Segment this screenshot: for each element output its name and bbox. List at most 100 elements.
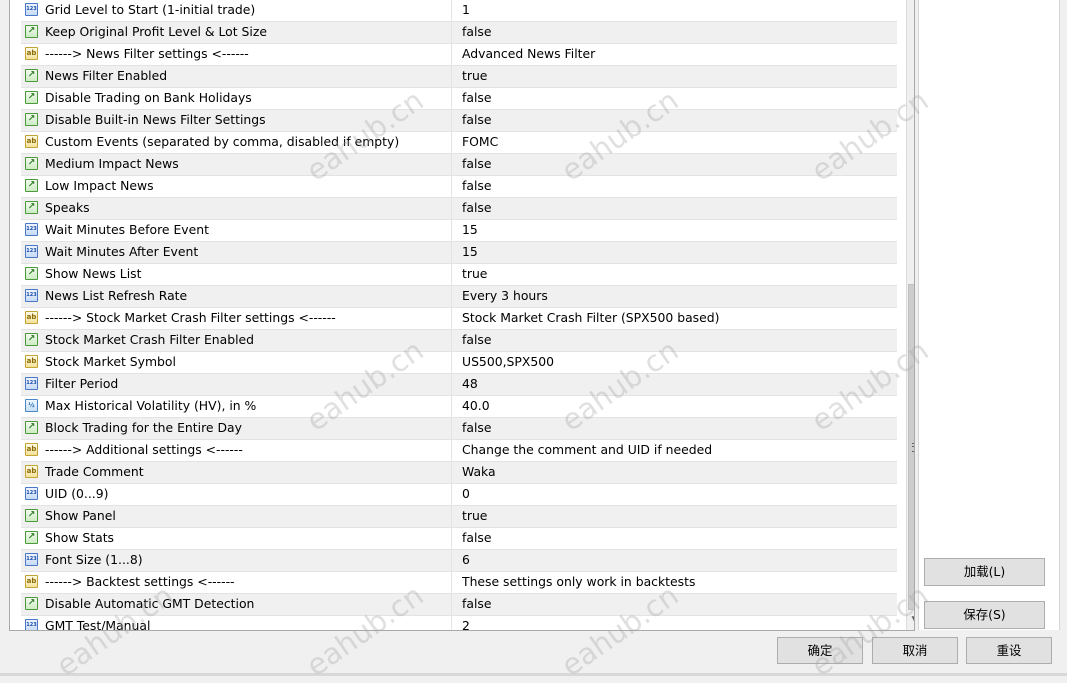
scroll-down-arrow-icon[interactable]: ▼ xyxy=(907,612,914,628)
parameter-name-cell[interactable]: ↗ Show News List xyxy=(21,264,452,285)
parameter-value[interactable]: 40.0 xyxy=(462,396,897,417)
parameter-value[interactable]: 15 xyxy=(462,220,897,241)
parameter-value[interactable]: 15 xyxy=(462,242,897,263)
parameter-name-cell[interactable]: ↗ Show Stats xyxy=(21,528,452,549)
parameter-row[interactable]: ab Trade Comment Waka xyxy=(21,462,897,484)
parameter-value[interactable]: false xyxy=(462,330,897,351)
ok-button[interactable]: 确定 xyxy=(777,637,863,664)
parameter-value[interactable]: Every 3 hours xyxy=(462,286,897,307)
parameter-value[interactable]: false xyxy=(462,198,897,219)
parameter-row[interactable]: ab ------> Backtest settings <------ These… xyxy=(21,572,897,594)
boolean-type-icon: ↗ xyxy=(25,267,38,280)
parameter-value[interactable]: 2 xyxy=(462,616,897,630)
parameter-value[interactable]: false xyxy=(462,110,897,131)
parameter-row[interactable]: ↗ Disable Automatic GMT Detection false xyxy=(21,594,897,616)
parameter-value[interactable]: FOMC xyxy=(462,132,897,153)
parameter-value[interactable]: Change the comment and UID if needed xyxy=(462,440,897,461)
parameter-name-cell[interactable]: ab Trade Comment xyxy=(21,462,452,483)
integer-type-icon: 123 xyxy=(25,553,38,566)
parameter-value[interactable]: 6 xyxy=(462,550,897,571)
parameter-row[interactable]: ↗ Low Impact News false xyxy=(21,176,897,198)
parameter-name-cell[interactable]: ↗ Medium Impact News xyxy=(21,154,452,175)
parameter-name-cell[interactable]: 123 Font Size (1...8) xyxy=(21,550,452,571)
parameter-row[interactable]: ↗ Show Stats false xyxy=(21,528,897,550)
parameter-name-cell[interactable]: ↗ Stock Market Crash Filter Enabled xyxy=(21,330,452,351)
parameter-name-cell[interactable]: ↗ Speaks xyxy=(21,198,452,219)
parameter-name-cell[interactable]: ab Custom Events (separated by comma, dis… xyxy=(21,132,452,153)
parameter-name-cell[interactable]: ↗ Block Trading for the Entire Day xyxy=(21,418,452,439)
parameter-value[interactable]: Stock Market Crash Filter (SPX500 based) xyxy=(462,308,897,329)
parameter-row[interactable]: ↗ Disable Built-in News Filter Settings fa… xyxy=(21,110,897,132)
reset-button[interactable]: 重设 xyxy=(966,637,1052,664)
parameter-row[interactable]: ab ------> Stock Market Crash Filter sett… xyxy=(21,308,897,330)
parameter-name-cell[interactable]: 123 Wait Minutes After Event xyxy=(21,242,452,263)
parameter-row[interactable]: 123 Wait Minutes After Event 15 xyxy=(21,242,897,264)
parameter-value[interactable]: Waka xyxy=(462,462,897,483)
double-type-icon: ½ xyxy=(25,399,38,412)
parameter-name-cell[interactable]: ab ------> News Filter settings <------ xyxy=(21,44,452,65)
parameter-row[interactable]: ↗ Show Panel true xyxy=(21,506,897,528)
parameter-row[interactable]: 123 Filter Period 48 xyxy=(21,374,897,396)
parameter-value[interactable]: false xyxy=(462,418,897,439)
parameter-name-cell[interactable]: ↗ Keep Original Profit Level & Lot Size xyxy=(21,22,452,43)
parameter-row[interactable]: 123 News List Refresh Rate Every 3 hours xyxy=(21,286,897,308)
parameter-row[interactable]: ↗ Stock Market Crash Filter Enabled false xyxy=(21,330,897,352)
parameter-name-cell[interactable]: 123 UID (0...9) xyxy=(21,484,452,505)
parameter-row[interactable]: ab Custom Events (separated by comma, dis… xyxy=(21,132,897,154)
parameter-value[interactable]: false xyxy=(462,528,897,549)
parameter-name-cell[interactable]: ↗ Disable Automatic GMT Detection xyxy=(21,594,452,615)
scrollbar-thumb[interactable] xyxy=(908,284,914,610)
parameter-name-cell[interactable]: ↗ Disable Built-in News Filter Settings xyxy=(21,110,452,131)
parameter-row[interactable]: ab ------> Additional settings <------ Cha… xyxy=(21,440,897,462)
parameter-value[interactable]: Advanced News Filter xyxy=(462,44,897,65)
parameter-row[interactable]: ↗ Medium Impact News false xyxy=(21,154,897,176)
parameter-row[interactable]: ↗ Speaks false xyxy=(21,198,897,220)
parameter-value[interactable]: These settings only work in backtests xyxy=(462,572,897,593)
parameter-name-cell[interactable]: 123 GMT Test/Manual xyxy=(21,616,452,630)
parameter-row[interactable]: ½ Max Historical Volatility (HV), in % 40.… xyxy=(21,396,897,418)
parameter-value[interactable]: true xyxy=(462,506,897,527)
boolean-type-icon: ↗ xyxy=(25,201,38,214)
parameter-row[interactable]: ↗ News Filter Enabled true xyxy=(21,66,897,88)
parameter-row[interactable]: ab Stock Market Symbol US500,SPX500 xyxy=(21,352,897,374)
parameter-name-cell[interactable]: 123 Grid Level to Start (1-initial trade) xyxy=(21,0,452,21)
parameter-row[interactable]: 123 Font Size (1...8) 6 xyxy=(21,550,897,572)
parameter-row[interactable]: ↗ Keep Original Profit Level & Lot Size fa… xyxy=(21,22,897,44)
parameter-value[interactable]: US500,SPX500 xyxy=(462,352,897,373)
parameter-name: Custom Events (separated by comma, disab… xyxy=(45,134,400,149)
parameter-name-cell[interactable]: ↗ News Filter Enabled xyxy=(21,66,452,87)
load-button[interactable]: 加载(L) xyxy=(924,558,1045,586)
vertical-scrollbar[interactable]: ▼ xyxy=(906,0,914,630)
parameter-name-cell[interactable]: ab ------> Backtest settings <------ xyxy=(21,572,452,593)
parameter-row[interactable]: 123 Grid Level to Start (1-initial trade)… xyxy=(21,0,897,22)
parameter-value[interactable]: 0 xyxy=(462,484,897,505)
parameter-value[interactable]: 48 xyxy=(462,374,897,395)
parameter-name-cell[interactable]: ↗ Low Impact News xyxy=(21,176,452,197)
parameter-value[interactable]: true xyxy=(462,264,897,285)
parameter-row[interactable]: 123 UID (0...9) 0 xyxy=(21,484,897,506)
parameter-value[interactable]: 1 xyxy=(462,0,897,21)
parameter-value[interactable]: false xyxy=(462,594,897,615)
parameter-name-cell[interactable]: ab ------> Additional settings <------ xyxy=(21,440,452,461)
parameter-value[interactable]: false xyxy=(462,176,897,197)
parameter-row[interactable]: 123 Wait Minutes Before Event 15 xyxy=(21,220,897,242)
save-button[interactable]: 保存(S) xyxy=(924,601,1045,629)
parameter-name-cell[interactable]: 123 Filter Period xyxy=(21,374,452,395)
parameter-row[interactable]: ↗ Block Trading for the Entire Day false xyxy=(21,418,897,440)
parameter-row[interactable]: ↗ Disable Trading on Bank Holidays false xyxy=(21,88,897,110)
parameter-value[interactable]: false xyxy=(462,88,897,109)
parameter-value[interactable]: true xyxy=(462,66,897,87)
cancel-button[interactable]: 取消 xyxy=(872,637,958,664)
parameter-name-cell[interactable]: 123 News List Refresh Rate xyxy=(21,286,452,307)
parameter-name-cell[interactable]: ab Stock Market Symbol xyxy=(21,352,452,373)
parameter-row[interactable]: 123 GMT Test/Manual 2 xyxy=(21,616,897,630)
parameter-value[interactable]: false xyxy=(462,154,897,175)
parameter-row[interactable]: ↗ Show News List true xyxy=(21,264,897,286)
parameter-name-cell[interactable]: 123 Wait Minutes Before Event xyxy=(21,220,452,241)
parameter-name-cell[interactable]: ↗ Show Panel xyxy=(21,506,452,527)
parameter-name-cell[interactable]: ab ------> Stock Market Crash Filter sett… xyxy=(21,308,452,329)
parameter-value[interactable]: false xyxy=(462,22,897,43)
parameter-name-cell[interactable]: ½ Max Historical Volatility (HV), in % xyxy=(21,396,452,417)
parameter-row[interactable]: ab ------> News Filter settings <------ Ad… xyxy=(21,44,897,66)
parameter-name-cell[interactable]: ↗ Disable Trading on Bank Holidays xyxy=(21,88,452,109)
